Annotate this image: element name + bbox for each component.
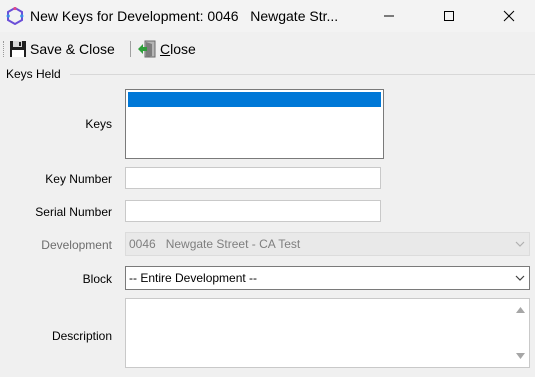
development-select: 0046 Newgate Street - CA Test [125, 232, 530, 256]
description-textarea[interactable] [125, 298, 530, 368]
development-label: Development [41, 238, 112, 252]
block-label: Block [82, 272, 112, 286]
keys-listbox[interactable] [125, 89, 384, 159]
block-value: -- Entire Development -- [129, 271, 258, 285]
toolbar-grip[interactable] [3, 41, 6, 57]
window-bottom-edge [0, 372, 535, 377]
group-divider [70, 74, 535, 75]
key-number-label: Key Number [45, 172, 112, 186]
close-label: Close [160, 41, 196, 57]
keys-label: Keys [85, 117, 112, 131]
close-button[interactable]: Close [137, 39, 196, 59]
close-icon [503, 10, 515, 22]
list-item-selected[interactable] [128, 92, 381, 107]
window-title: New Keys for Development: 0046 Newgate S… [30, 8, 339, 24]
scroll-down-icon[interactable] [515, 352, 526, 360]
save-close-button[interactable]: Save & Close [9, 39, 115, 59]
serial-number-input[interactable] [125, 200, 381, 222]
description-label: Description [51, 329, 112, 343]
maximize-button[interactable] [426, 0, 472, 32]
development-value: 0046 Newgate Street - CA Test [129, 237, 301, 251]
exit-door-icon [138, 40, 156, 58]
toolbar: Save & Close Close [0, 33, 535, 63]
maximize-icon [444, 11, 454, 21]
minimize-button[interactable] [366, 0, 412, 32]
chevron-down-icon [511, 233, 529, 255]
group-title: Keys Held [6, 67, 64, 81]
close-window-button[interactable] [486, 0, 532, 32]
vertical-scrollbar[interactable] [512, 299, 529, 367]
toolbar-separator [130, 41, 131, 57]
block-select[interactable]: -- Entire Development -- [125, 266, 530, 290]
chevron-down-icon[interactable] [511, 267, 529, 289]
serial-number-label: Serial Number [35, 205, 112, 219]
save-close-label: Save & Close [30, 41, 115, 57]
app-icon [6, 7, 24, 25]
key-number-input[interactable] [125, 167, 381, 189]
save-icon [10, 41, 26, 57]
minimize-icon [384, 15, 394, 17]
title-bar[interactable]: New Keys for Development: 0046 Newgate S… [0, 0, 535, 32]
scroll-up-icon[interactable] [515, 306, 526, 314]
